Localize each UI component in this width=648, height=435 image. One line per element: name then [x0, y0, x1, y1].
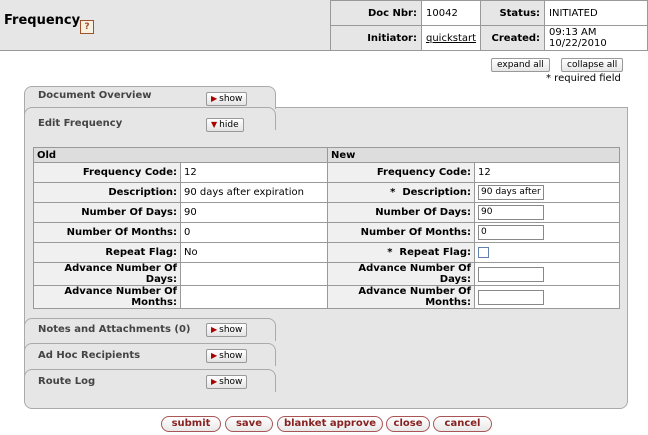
close-button[interactable]: close [386, 416, 430, 432]
doc-nbr-value: 10042 [420, 0, 482, 26]
old-frequency-code-value: 12 [180, 162, 328, 183]
triangle-down-icon: ▼ [211, 120, 218, 129]
old-frequency-code-label: Frequency Code: [33, 162, 181, 183]
new-frequency-code-label: Frequency Code: [327, 162, 475, 183]
required-marker: * [387, 247, 393, 258]
new-description-label: Description: [402, 187, 471, 198]
new-description-cell: 90 days after e [474, 182, 620, 203]
description-input[interactable]: 90 days after e [478, 185, 544, 200]
new-header: New [327, 147, 620, 163]
table-row: Frequency Code: 12 Frequency Code: 12 [33, 162, 620, 183]
old-number-of-months-label: Number Of Months: [33, 222, 181, 243]
toggle-label: show [219, 94, 243, 104]
triangle-right-icon: ▶ [211, 325, 218, 334]
new-repeat-flag-label-cell: * Repeat Flag: [327, 242, 475, 263]
tab-document-overview-label: Document Overview [38, 90, 152, 101]
route-log-show-button[interactable]: ▶ show [206, 375, 248, 389]
old-number-of-days-label: Number Of Days: [33, 202, 181, 223]
table-row: Description: 90 days after expiration * … [33, 182, 620, 203]
toggle-label: show [219, 351, 243, 361]
triangle-right-icon: ▶ [211, 377, 218, 386]
submit-button[interactable]: submit [161, 416, 221, 432]
advance-days-input[interactable] [478, 266, 544, 282]
required-marker: * [390, 187, 396, 198]
old-advance-months-value [180, 285, 328, 309]
notes-show-button[interactable]: ▶ show [206, 323, 248, 337]
old-description-value: 90 days after expiration [180, 182, 328, 203]
advance-months-input[interactable] [478, 289, 544, 305]
edit-frequency-hide-button[interactable]: ▼ hide [206, 118, 244, 132]
tab-route-log-label: Route Log [38, 376, 96, 387]
expand-all-button[interactable]: expand all [491, 58, 550, 72]
required-field-note: * required field [546, 73, 621, 84]
triangle-right-icon: ▶ [211, 351, 218, 360]
table-row: Advance Number Of Days: Advance Number O… [33, 262, 620, 286]
cancel-button[interactable]: cancel [433, 416, 492, 432]
new-frequency-code-value: 12 [474, 162, 620, 183]
new-advance-days-cell [474, 262, 620, 286]
table-row: Advance Number Of Months: Advance Number… [33, 285, 620, 309]
new-number-of-months-label: Number Of Months: [327, 222, 475, 243]
adhoc-show-button[interactable]: ▶ show [206, 349, 248, 363]
triangle-right-icon: ▶ [211, 94, 218, 103]
number-of-days-input[interactable]: 90 [478, 205, 544, 220]
status-label: Status: [480, 0, 546, 26]
old-description-label: Description: [33, 182, 181, 203]
table-row: Number Of Months: 0 Number Of Months: 0 [33, 222, 620, 243]
new-description-label-cell: * Description: [327, 182, 475, 203]
blanket-approve-button[interactable]: blanket approve [277, 416, 383, 432]
created-value: 09:13 AM 10/22/2010 [544, 25, 648, 51]
initiator-label: Initiator: [330, 25, 422, 51]
collapse-all-button[interactable]: collapse all [561, 58, 624, 72]
repeat-flag-checkbox[interactable] [478, 246, 489, 258]
old-advance-days-value [180, 262, 328, 286]
number-of-months-input[interactable]: 0 [478, 225, 544, 240]
edit-frequency-table: Old New Frequency Code: 12 Frequency Cod… [33, 147, 620, 309]
created-label: Created: [480, 25, 546, 51]
toggle-label: hide [219, 120, 239, 130]
tab-adhoc-recipients-label: Ad Hoc Recipients [38, 350, 141, 361]
status-value: INITIATED [544, 0, 648, 26]
new-number-of-months-cell: 0 [474, 222, 620, 243]
table-row: Repeat Flag: No * Repeat Flag: [33, 242, 620, 263]
old-repeat-flag-value: No [180, 242, 328, 263]
old-header: Old [33, 147, 328, 163]
old-number-of-days-value: 90 [180, 202, 328, 223]
tab-edit-frequency-label: Edit Frequency [38, 118, 123, 129]
new-advance-months-label: Advance Number Of Months: [327, 285, 475, 309]
old-number-of-months-value: 0 [180, 222, 328, 243]
table-row: Number Of Days: 90 Number Of Days: 90 [33, 202, 620, 223]
doc-nbr-label: Doc Nbr: [330, 0, 422, 26]
document-info-table: Doc Nbr: 10042 Status: INITIATED Initiat… [330, 0, 648, 51]
toggle-label: show [219, 377, 243, 387]
old-advance-months-label: Advance Number Of Months: [33, 285, 181, 309]
tab-notes-attachments-label: Notes and Attachments (0) [38, 324, 191, 335]
new-number-of-days-label: Number Of Days: [327, 202, 475, 223]
new-number-of-days-cell: 90 [474, 202, 620, 223]
initiator-link[interactable]: quickstart [420, 25, 482, 51]
new-advance-months-cell [474, 285, 620, 309]
page-title: Frequency [4, 13, 81, 28]
new-repeat-flag-label: Repeat Flag: [399, 247, 471, 258]
help-icon[interactable]: ? [80, 20, 94, 34]
new-repeat-flag-cell [474, 242, 620, 263]
old-repeat-flag-label: Repeat Flag: [33, 242, 181, 263]
save-button[interactable]: save [225, 416, 273, 432]
old-advance-days-label: Advance Number Of Days: [33, 262, 181, 286]
toggle-label: show [219, 325, 243, 335]
document-overview-show-button[interactable]: ▶ show [206, 92, 248, 106]
new-advance-days-label: Advance Number Of Days: [327, 262, 475, 286]
